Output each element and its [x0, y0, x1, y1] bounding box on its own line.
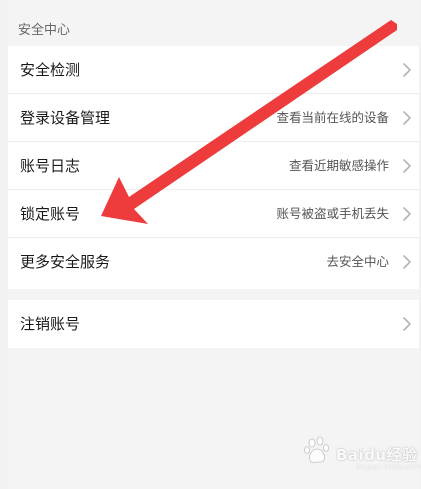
row-account-log[interactable]: 账号日志 查看近期敏感操作 [8, 142, 419, 190]
row-title: 注销账号 [20, 315, 81, 333]
section-header: 安全中心 [18, 23, 71, 38]
account-security-page: 安全中心 安全检测 登录设备管理 查看当前在线的设备 账号日志 查看近期敏感操作… [8, 0, 419, 489]
row-title: 锁定账号 [20, 204, 81, 223]
chevron-right-icon [403, 159, 411, 173]
row-hint: 账号被盗或手机丢失 [276, 205, 389, 221]
row-hint: 查看当前在线的设备 [276, 109, 389, 125]
chevron-right-icon [403, 317, 411, 331]
row-security-check[interactable]: 安全检测 [8, 46, 419, 94]
row-more-security[interactable]: 更多安全服务 去安全中心 [8, 238, 419, 286]
row-title: 登录设备管理 [20, 108, 111, 127]
row-lock-account[interactable]: 锁定账号 账号被盗或手机丢失 [8, 190, 419, 238]
row-hint: 去安全中心 [326, 254, 389, 269]
row-title: 安全检测 [20, 60, 81, 79]
row-title: 账号日志 [20, 156, 81, 175]
cancel-card: 注销账号 [8, 300, 419, 348]
row-device-management[interactable]: 登录设备管理 查看当前在线的设备 [8, 94, 419, 142]
chevron-right-icon [403, 207, 411, 221]
row-cancel-account[interactable]: 注销账号 [8, 300, 419, 348]
chevron-right-icon [403, 111, 411, 125]
chevron-right-icon [403, 255, 411, 269]
row-title: 更多安全服务 [20, 253, 111, 271]
chevron-right-icon [403, 63, 411, 77]
security-card: 安全检测 登录设备管理 查看当前在线的设备 账号日志 查看近期敏感操作 锁定账号… [8, 46, 419, 289]
row-hint: 查看近期敏感操作 [288, 157, 389, 173]
